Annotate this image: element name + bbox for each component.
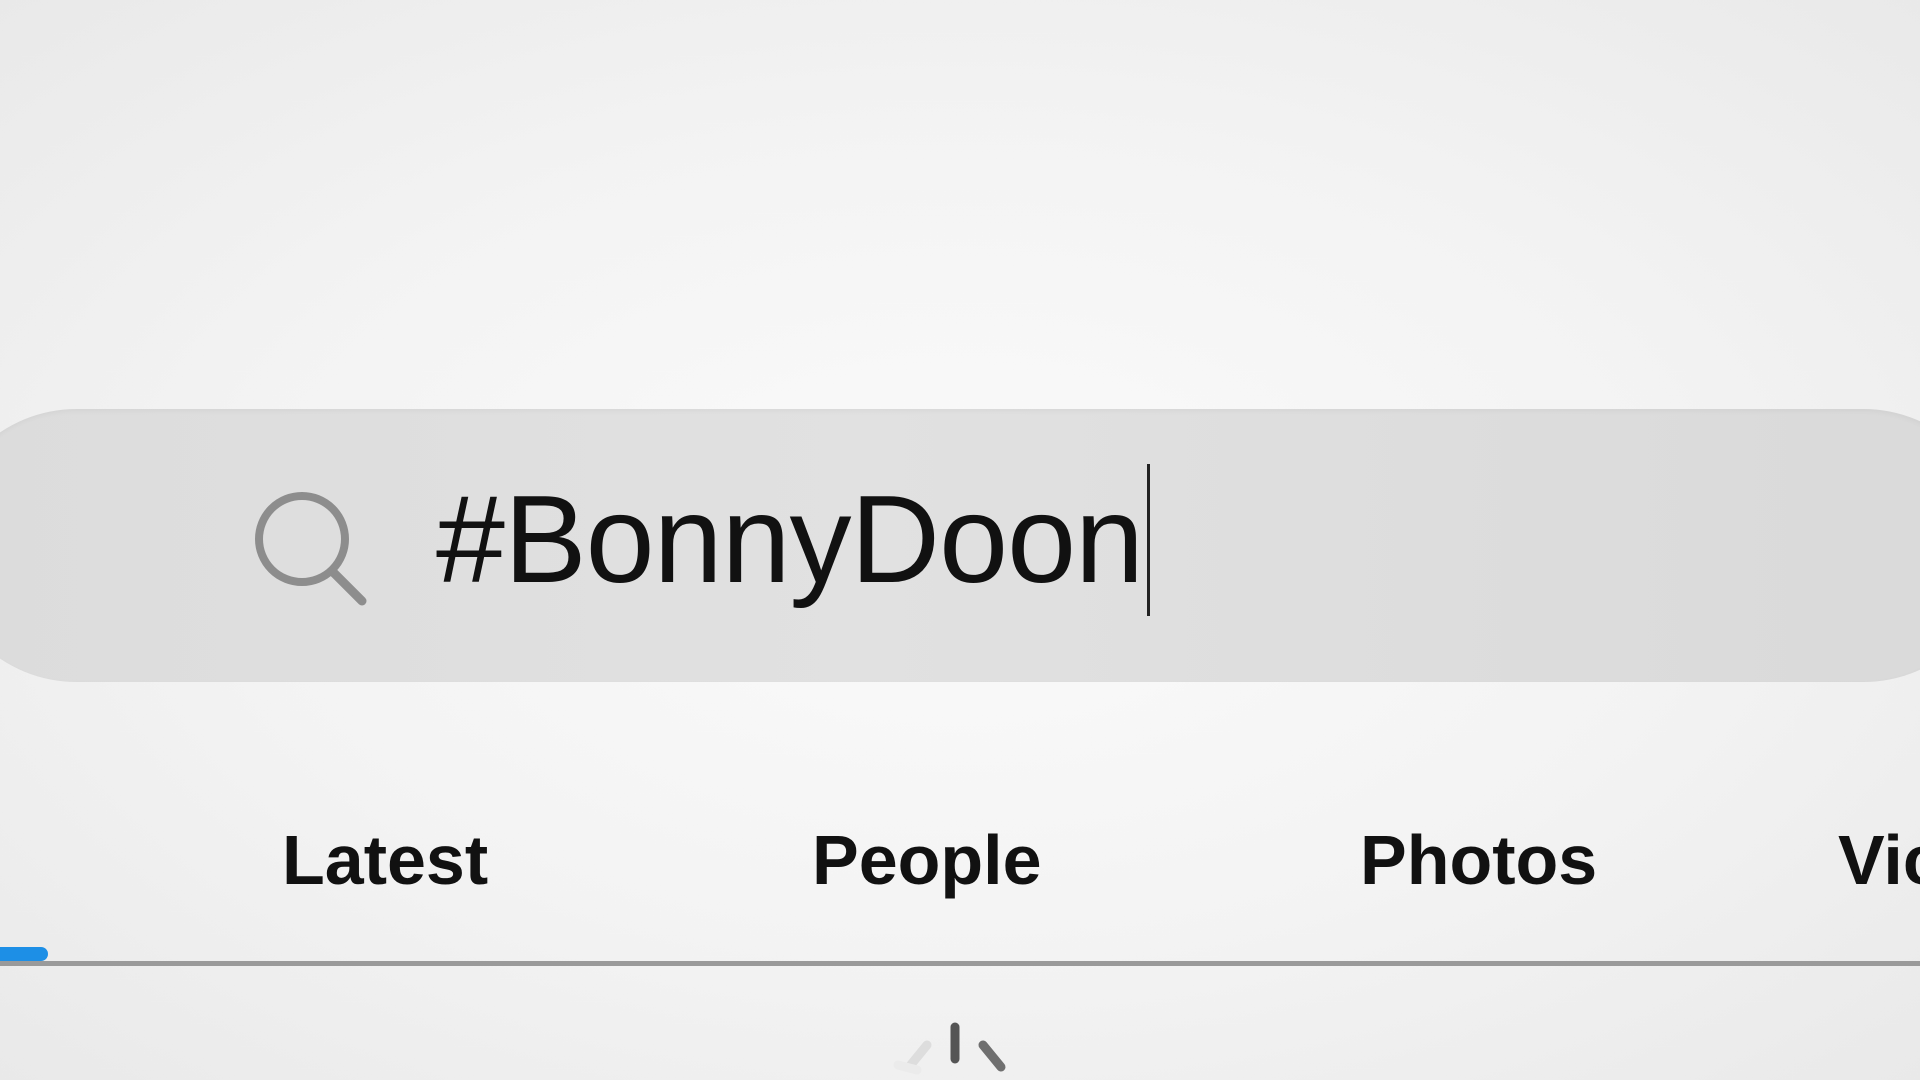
spinner-icon [893,1022,1006,1075]
search-query-text: #BonnyDoon [436,471,1144,609]
search-input[interactable]: #BonnyDoon [436,464,1150,616]
search-icon[interactable] [248,485,378,615]
tab-latest[interactable]: Latest [282,815,488,905]
text-caret [1147,464,1150,616]
tab-divider [0,961,1920,966]
tab-videos[interactable]: Vic [1838,815,1920,905]
tab-photos[interactable]: Photos [1360,815,1597,905]
tab-bar: Latest People Photos Vic [0,815,1920,905]
active-tab-indicator [0,947,48,961]
tab-people[interactable]: People [812,815,1042,905]
